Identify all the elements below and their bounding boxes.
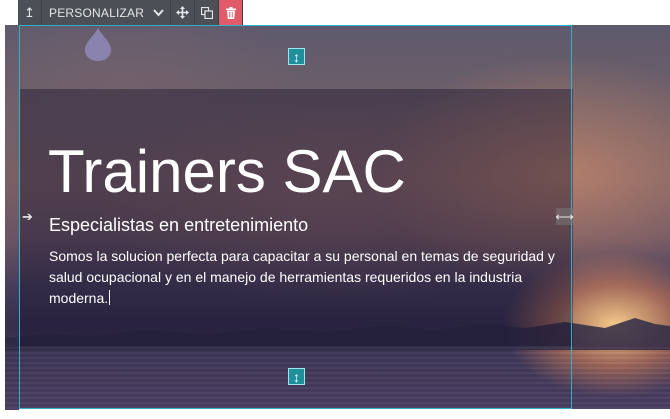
resize-vertical-icon: ↕ bbox=[293, 48, 300, 65]
move-icon bbox=[176, 6, 190, 19]
resize-bottom-handle[interactable]: ↕ bbox=[288, 368, 305, 385]
resize-right-handle[interactable]: ⟷ bbox=[555, 208, 574, 225]
duplicate-icon bbox=[200, 6, 213, 19]
arrow-right-icon: ➔ bbox=[22, 208, 33, 224]
text-cursor bbox=[109, 290, 111, 305]
page-below-hero bbox=[19, 409, 670, 419]
delete-button[interactable] bbox=[219, 0, 244, 25]
trash-icon bbox=[225, 6, 236, 19]
duplicate-button[interactable] bbox=[195, 0, 220, 25]
select-parent-button[interactable]: ↥ bbox=[18, 0, 42, 25]
arrow-up-icon: ↥ bbox=[24, 4, 35, 20]
personalize-label: PERSONALIZAR bbox=[49, 5, 145, 20]
move-button[interactable] bbox=[171, 0, 196, 25]
hero-title[interactable]: Trainers SAC bbox=[48, 138, 406, 206]
resize-left-handle[interactable]: ➔ bbox=[19, 208, 36, 225]
personalize-dropdown[interactable]: PERSONALIZAR bbox=[42, 0, 172, 25]
resize-horizontal-icon: ⟷ bbox=[555, 208, 574, 224]
hero-lead-content: Somos la solucion perfecta para capacita… bbox=[49, 248, 555, 306]
hero-lead-text[interactable]: Somos la solucion perfecta para capacita… bbox=[49, 246, 559, 309]
block-toolbar: ↥ PERSONALIZAR bbox=[18, 0, 244, 25]
hero-subtitle[interactable]: Especialistas en entretenimiento bbox=[49, 214, 308, 236]
resize-top-handle[interactable]: ↕ bbox=[288, 48, 305, 65]
resize-vertical-icon: ↕ bbox=[293, 368, 300, 385]
drag-drop-handle[interactable] bbox=[83, 26, 113, 62]
chevron-down-icon bbox=[153, 8, 164, 16]
